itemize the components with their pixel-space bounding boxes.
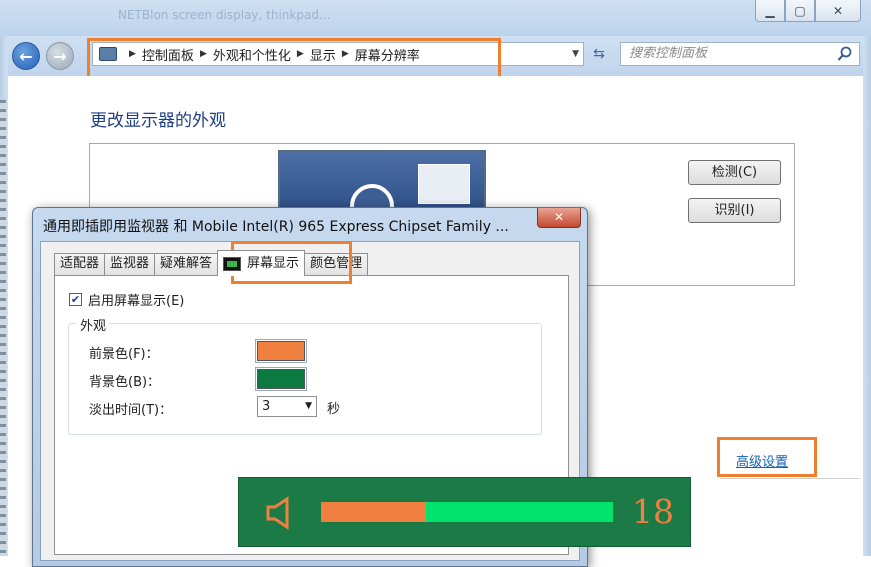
fade-time-label: 淡出时间(T)：: [89, 403, 173, 418]
tab-osd[interactable]: 屏幕显示: [217, 250, 306, 276]
tab-troubleshoot[interactable]: 疑难解答: [154, 253, 219, 275]
maximize-icon: ▢: [794, 3, 806, 18]
address-bar[interactable]: ▶ 控制面板 ▶ 外观和个性化 ▶ 显示 ▶ 屏幕分辨率 ▼: [92, 42, 584, 66]
window-icon: [418, 164, 470, 204]
arrow-right-icon: →: [53, 46, 67, 66]
volume-fill: [321, 502, 427, 522]
chevron-right-icon: ▶: [341, 49, 349, 59]
breadcrumb-resolution[interactable]: 屏幕分辨率: [355, 45, 420, 64]
monitor-icon: [223, 256, 242, 271]
appearance-group-label: 外观: [77, 315, 110, 334]
identify-button[interactable]: 识别(I): [688, 198, 781, 223]
search-placeholder: 搜索控制面板: [629, 46, 708, 61]
chevron-right-icon: ▶: [296, 49, 304, 59]
detect-button[interactable]: 检测(C): [688, 160, 781, 185]
search-icon[interactable]: [837, 46, 853, 62]
desktop-edge: [0, 100, 6, 556]
appearance-group: 外观 前景色(F)： 背景色(B)： 淡出时间(T)： 3 ▼ 秒: [68, 315, 542, 435]
page-title: 更改显示器的外观: [90, 111, 226, 131]
tab-adapter[interactable]: 适配器: [54, 253, 106, 275]
chevron-right-icon: ▶: [129, 49, 136, 59]
forward-button[interactable]: →: [46, 42, 74, 70]
volume-track: [321, 502, 613, 522]
window-controls: ▁ ▢ ✕: [755, 0, 861, 22]
background-color-swatch[interactable]: [255, 367, 307, 391]
back-button[interactable]: ←: [12, 42, 40, 70]
volume-value: 18: [632, 492, 674, 531]
refresh-button[interactable]: ⇆: [588, 46, 610, 64]
search-input[interactable]: 搜索控制面板: [620, 42, 860, 66]
monitor-image[interactable]: [278, 150, 486, 228]
close-button[interactable]: ✕: [815, 0, 861, 22]
navigation-bar: ← → ▶ 控制面板 ▶ 外观和个性化 ▶ 显示 ▶ 屏幕分辨率 ▼ ⇆ 搜索控…: [0, 36, 871, 76]
enable-osd-label: 启用屏幕显示(E): [88, 294, 185, 309]
arrow-left-icon: ←: [19, 46, 33, 66]
fade-time-select[interactable]: 3 ▼: [257, 396, 317, 417]
speaker-icon: [266, 496, 289, 530]
breadcrumb-display[interactable]: 显示: [310, 45, 336, 64]
tab-osd-label: 屏幕显示: [247, 255, 300, 271]
enable-osd-row[interactable]: ✔ 启用屏幕显示(E): [69, 290, 184, 309]
background-label: 背景色(B)：: [89, 375, 161, 390]
maximize-button[interactable]: ▢: [785, 0, 815, 22]
window-title: NETBlon screen display, thinkpad...: [118, 8, 331, 22]
chevron-right-icon: ▶: [199, 49, 207, 59]
minimize-icon: ▁: [765, 3, 775, 18]
enable-osd-checkbox[interactable]: ✔: [69, 293, 82, 306]
chevron-down-icon: ▼: [305, 401, 312, 411]
volume-osd: 18: [238, 477, 691, 547]
divider: [720, 478, 860, 479]
minimize-button[interactable]: ▁: [755, 0, 785, 22]
computer-icon: [99, 47, 117, 61]
advanced-settings-link[interactable]: 高级设置: [736, 451, 788, 470]
foreground-label: 前景色(F)：: [89, 347, 159, 362]
dialog-close-button[interactable]: ✕: [537, 208, 581, 228]
tab-color-management[interactable]: 颜色管理: [304, 253, 369, 275]
dialog-title: 通用即插即用监视器 和 Mobile Intel(R) 965 Express …: [43, 219, 509, 235]
breadcrumb-appearance[interactable]: 外观和个性化: [213, 45, 291, 64]
breadcrumb-control-panel[interactable]: 控制面板: [142, 45, 194, 64]
close-icon: ✕: [832, 3, 844, 18]
refresh-icon: ⇆: [593, 46, 605, 62]
foreground-color-swatch[interactable]: [255, 339, 307, 363]
fade-time-value: 3: [262, 399, 271, 414]
tab-strip: 适配器 监视器 疑难解答 屏幕显示 颜色管理: [54, 250, 369, 276]
chevron-down-icon[interactable]: ▼: [572, 49, 579, 59]
tab-monitor[interactable]: 监视器: [104, 253, 156, 275]
window-titlebar: NETBlon screen display, thinkpad... ▁ ▢ …: [0, 0, 871, 36]
fade-unit-label: 秒: [327, 402, 341, 417]
window-border-right: [863, 36, 871, 556]
